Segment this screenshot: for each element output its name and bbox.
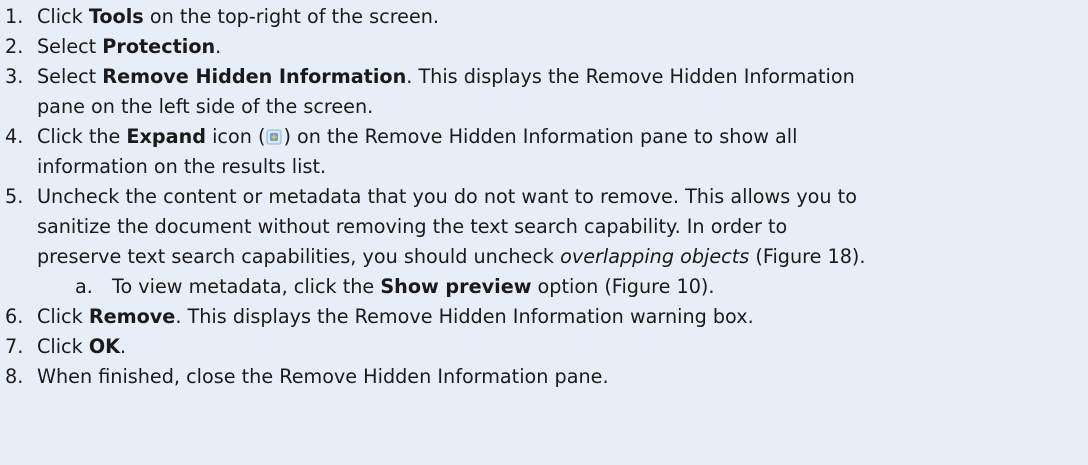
- step-content: To view metadata, click the Show preview…: [112, 275, 715, 298]
- step-content: Select Protection.: [37, 35, 221, 58]
- step-line: pane on the left side of the screen.: [0, 92, 1088, 122]
- step-line: 2. Select Protection.: [0, 32, 1088, 62]
- step-text: sanitize the document without removing t…: [37, 215, 788, 238]
- step-text: preserve text search capabilities, you s…: [37, 245, 561, 268]
- step-content: Select Remove Hidden Information. This d…: [37, 65, 855, 88]
- step-line: sanitize the document without removing t…: [0, 212, 1088, 242]
- step-text: . This displays the Remove Hidden Inform…: [406, 65, 855, 88]
- step-content: Click Tools on the top-right of the scre…: [37, 5, 439, 28]
- step-text: option (Figure 10).: [531, 275, 715, 298]
- step-content: Click Remove. This displays the Remove H…: [37, 305, 754, 328]
- step-text: information on the results list.: [37, 155, 327, 178]
- step-line: preserve text search capabilities, you s…: [0, 242, 1088, 272]
- step-content: pane on the left side of the screen.: [37, 95, 373, 118]
- step-line: information on the results list.: [0, 152, 1088, 182]
- step-text: on the top-right of the screen.: [143, 5, 440, 28]
- step-text: pane on the left side of the screen.: [37, 95, 374, 118]
- ui-term: Expand: [126, 125, 206, 148]
- step-number: 2.: [5, 35, 24, 58]
- step-line: 8. When finished, close the Remove Hidden…: [0, 362, 1088, 392]
- step-text: Uncheck the content or metadata that you…: [37, 185, 857, 208]
- instruction-list: 1. Click Tools on the top-right of the sc…: [0, 0, 1088, 465]
- step-content: When finished, close the Remove Hidden I…: [37, 365, 609, 388]
- step-content: Click OK.: [37, 335, 126, 358]
- ui-term: Show preview: [380, 275, 532, 298]
- step-text: Click: [37, 5, 89, 28]
- step-number: 3.: [5, 65, 24, 88]
- step-text: icon (: [205, 125, 266, 148]
- step-content: information on the results list.: [37, 155, 326, 178]
- step-text: . This displays the Remove Hidden Inform…: [175, 305, 754, 328]
- step-number: 5.: [5, 185, 24, 208]
- step-line: 3. Select Remove Hidden Information. This…: [0, 62, 1088, 92]
- step-number: 8.: [5, 365, 24, 388]
- step-line: 7. Click OK.: [0, 332, 1088, 362]
- step-line: 4. Click the Expand icon ( ) on the Remove…: [0, 122, 1088, 152]
- step-content: preserve text search capabilities, you s…: [37, 245, 866, 268]
- step-number: 1.: [5, 5, 24, 28]
- emphasis-text: overlapping objects: [560, 245, 750, 268]
- step-number: 4.: [5, 125, 24, 148]
- ui-term: Remove: [88, 305, 176, 328]
- step-content: Uncheck the content or metadata that you…: [37, 185, 857, 208]
- step-text: Select: [37, 65, 103, 88]
- sub-step-line: a. To view metadata, click the Show previ…: [0, 272, 1088, 302]
- ui-term: Tools: [88, 5, 144, 28]
- step-text: .: [120, 335, 127, 358]
- step-text: To view metadata, click the: [112, 275, 381, 298]
- step-content: Click the Expand icon ( ) on the Remove H…: [37, 125, 797, 148]
- step-text: Select: [37, 35, 103, 58]
- step-text: Click: [37, 335, 89, 358]
- step-text: Click the: [37, 125, 127, 148]
- expand-icon: [266, 124, 282, 145]
- step-number: a.: [75, 275, 93, 298]
- step-line: 5. Uncheck the content or metadata that y…: [0, 182, 1088, 212]
- step-line: 1. Click Tools on the top-right of the sc…: [0, 2, 1088, 32]
- step-text: (Figure 18).: [749, 245, 866, 268]
- ui-term: Protection: [102, 35, 216, 58]
- step-line: 6. Click Remove. This displays the Remove…: [0, 302, 1088, 332]
- ui-term: OK: [88, 335, 121, 358]
- step-content: sanitize the document without removing t…: [37, 215, 787, 238]
- ui-term: Remove Hidden Information: [102, 65, 407, 88]
- step-number: 7.: [5, 335, 24, 358]
- step-number: 6.: [5, 305, 24, 328]
- step-text: Click: [37, 305, 89, 328]
- step-text: When finished, close the Remove Hidden I…: [37, 365, 609, 388]
- step-text: ) on the Remove Hidden Information pane …: [283, 125, 798, 148]
- step-text: .: [215, 35, 222, 58]
